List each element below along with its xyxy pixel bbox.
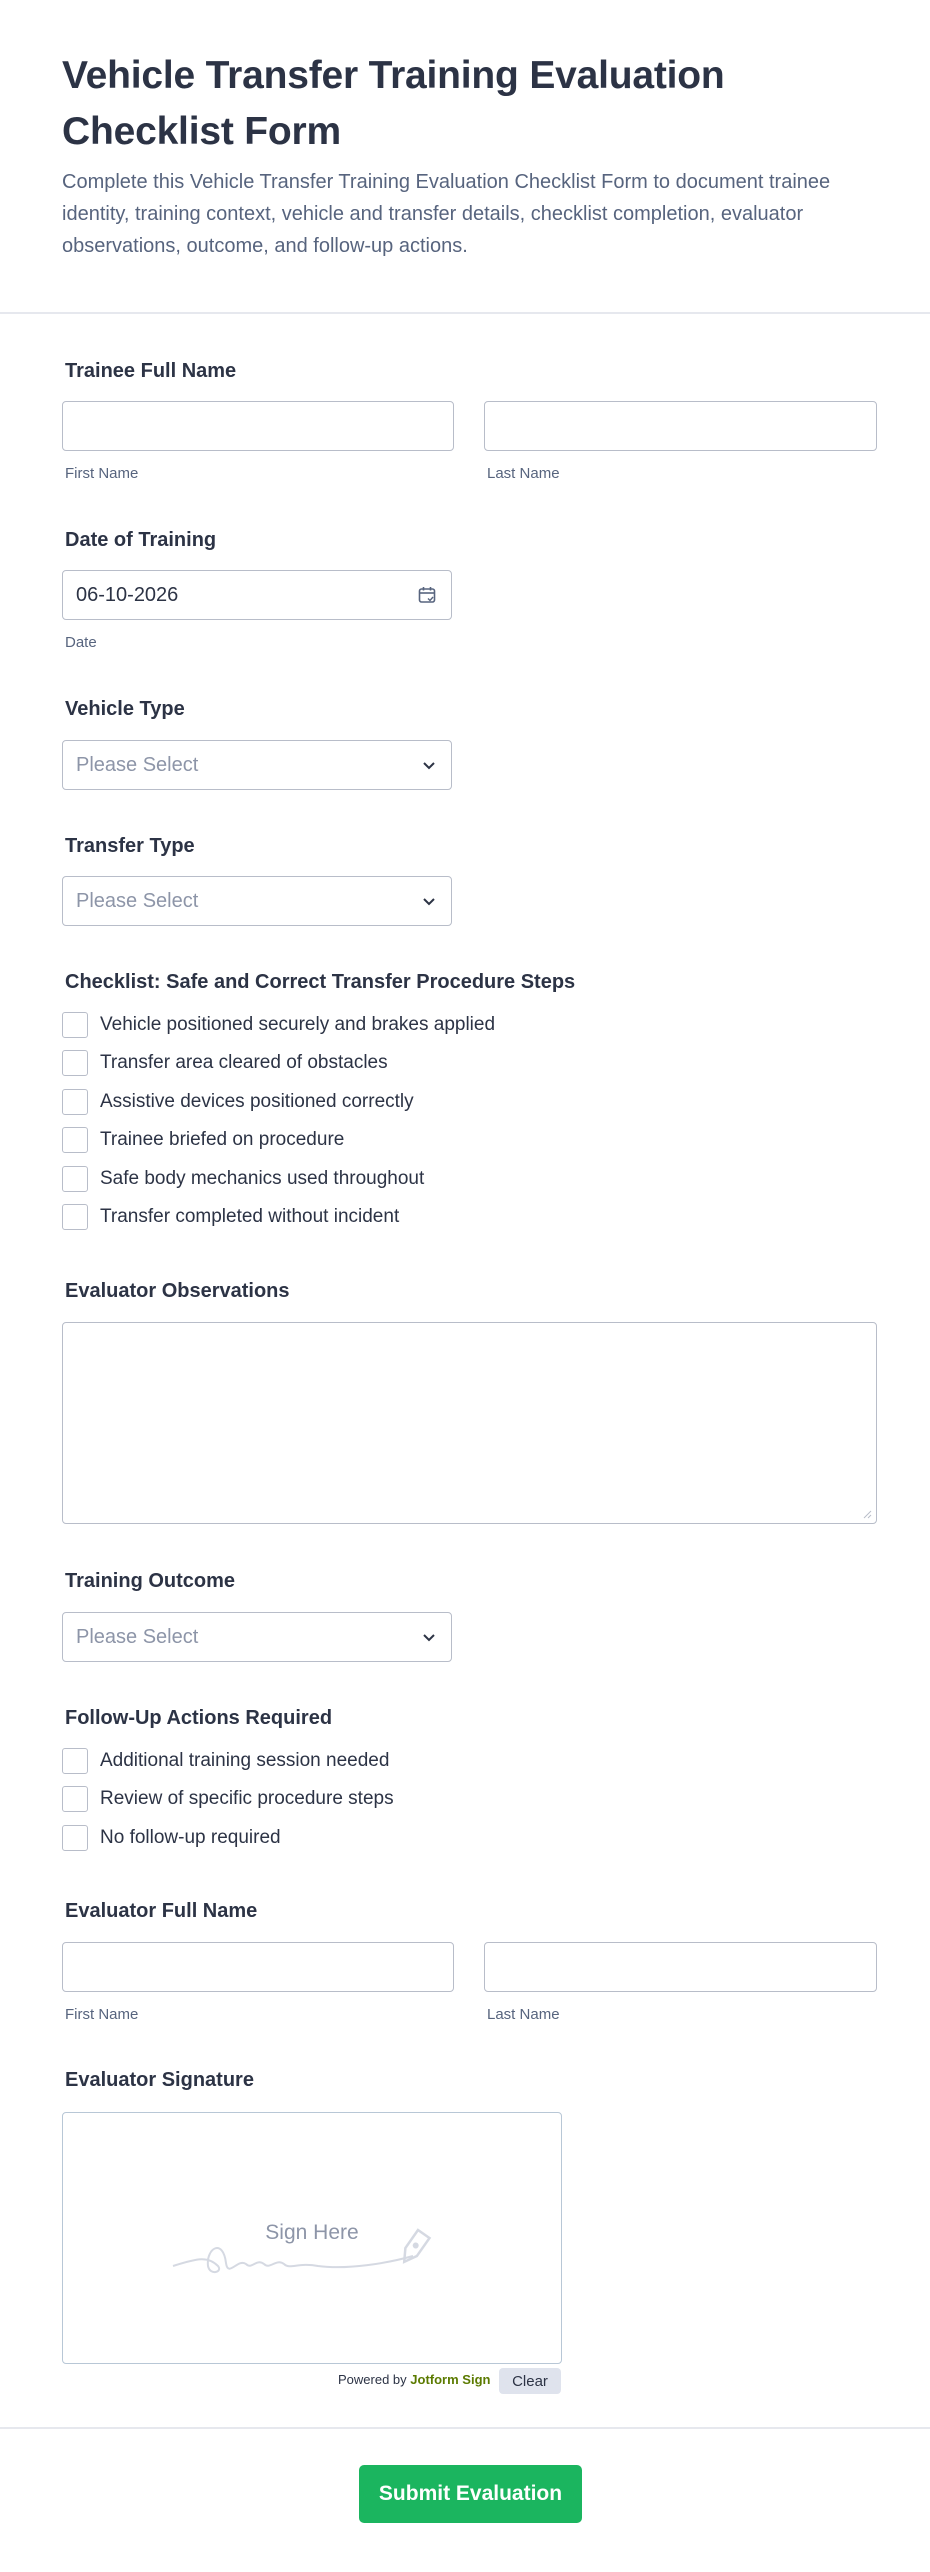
chevron-down-icon: [423, 898, 435, 906]
powered-by-text: Powered by Jotform Sign: [338, 2372, 490, 2387]
submit-button[interactable]: Submit Evaluation: [359, 2465, 582, 2523]
date-sublabel: Date: [65, 634, 97, 651]
chevron-down-icon: [423, 1634, 435, 1642]
checklist-item[interactable]: Vehicle positioned securely and brakes a…: [62, 1011, 495, 1039]
checkbox[interactable]: [62, 1786, 88, 1812]
chevron-down-icon: [423, 762, 435, 770]
checklist-item-label: Assistive devices positioned correctly: [100, 1091, 414, 1112]
date-value: 06-10-2026: [76, 584, 179, 606]
trainee-name-label: Trainee Full Name: [65, 360, 237, 382]
evaluator-last-name-sublabel: Last Name: [487, 2006, 560, 2023]
powered-by-prefix: Powered by: [338, 2372, 407, 2387]
calendar-icon[interactable]: [417, 585, 437, 605]
checklist-item[interactable]: Safe body mechanics used throughout: [62, 1165, 424, 1193]
resize-handle-icon[interactable]: [862, 1509, 872, 1519]
follow-up-item[interactable]: Review of specific procedure steps: [62, 1785, 394, 1813]
evaluator-first-name-sublabel: First Name: [65, 2006, 139, 2023]
follow-up-item-label: Additional training session needed: [100, 1750, 390, 1771]
checklist-item[interactable]: Trainee briefed on procedure: [62, 1126, 344, 1154]
follow-up-item-label: No follow-up required: [100, 1827, 281, 1848]
evaluator-last-name-input[interactable]: [484, 1942, 877, 1992]
clear-signature-button[interactable]: Clear: [499, 2368, 561, 2394]
observations-label: Evaluator Observations: [65, 1280, 290, 1302]
checklist-item-label: Trainee briefed on procedure: [100, 1129, 345, 1150]
training-outcome-label: Training Outcome: [65, 1570, 236, 1592]
form-header: Vehicle Transfer Training Evaluation Che…: [0, 0, 930, 314]
vehicle-type-placeholder: Please Select: [76, 754, 199, 776]
checkbox[interactable]: [62, 1089, 88, 1115]
jotform-sign-brand[interactable]: Jotform Sign: [410, 2372, 490, 2387]
checklist-item[interactable]: Transfer completed without incident: [62, 1203, 399, 1231]
transfer-type-placeholder: Please Select: [76, 890, 199, 912]
checklist-item[interactable]: Assistive devices positioned correctly: [62, 1088, 414, 1116]
checkbox[interactable]: [62, 1204, 88, 1230]
form-description: Complete this Vehicle Transfer Training …: [62, 171, 831, 257]
transfer-type-label: Transfer Type: [65, 835, 195, 857]
checklist-item-label: Transfer completed without incident: [100, 1206, 400, 1227]
checkbox[interactable]: [62, 1127, 88, 1153]
checkbox[interactable]: [62, 1166, 88, 1192]
footer-divider: [0, 2427, 930, 2429]
signature-pad[interactable]: Sign Here: [62, 2112, 562, 2364]
checklist-item-label: Transfer area cleared of obstacles: [100, 1052, 388, 1073]
follow-up-label: Follow-Up Actions Required: [65, 1707, 333, 1729]
signature-label: Evaluator Signature: [65, 2069, 254, 2091]
checkbox[interactable]: [62, 1825, 88, 1851]
checkbox[interactable]: [62, 1748, 88, 1774]
checklist-item[interactable]: Transfer area cleared of obstacles: [62, 1049, 388, 1077]
vehicle-type-select[interactable]: Please Select: [62, 740, 452, 790]
vehicle-type-label: Vehicle Type: [65, 698, 185, 720]
follow-up-item-label: Review of specific procedure steps: [100, 1788, 394, 1809]
checklist-label: Checklist: Safe and Correct Transfer Pro…: [65, 971, 576, 993]
signature-scribble-icon: [172, 2228, 432, 2273]
form-title: Vehicle Transfer Training Evaluation Che…: [62, 54, 725, 153]
checklist-item-label: Safe body mechanics used throughout: [100, 1168, 425, 1189]
transfer-type-select[interactable]: Please Select: [62, 876, 452, 926]
evaluator-name-label: Evaluator Full Name: [65, 1900, 258, 1922]
trainee-first-name-sublabel: First Name: [65, 465, 139, 482]
sign-here-text: Sign Here: [265, 2221, 359, 2244]
trainee-first-name-input[interactable]: [62, 401, 454, 451]
training-outcome-select[interactable]: Please Select: [62, 1612, 452, 1662]
evaluator-first-name-input[interactable]: [62, 1942, 454, 1992]
checkbox[interactable]: [62, 1050, 88, 1076]
date-of-training-input[interactable]: 06-10-2026: [62, 570, 452, 620]
trainee-last-name-input[interactable]: [484, 401, 877, 451]
date-of-training-label: Date of Training: [65, 529, 217, 551]
checkbox[interactable]: [62, 1012, 88, 1038]
follow-up-item[interactable]: Additional training session needed: [62, 1747, 389, 1775]
training-outcome-placeholder: Please Select: [76, 1626, 199, 1648]
trainee-last-name-sublabel: Last Name: [487, 465, 560, 482]
follow-up-item[interactable]: No follow-up required: [62, 1824, 281, 1852]
checklist-item-label: Vehicle positioned securely and brakes a…: [100, 1014, 496, 1035]
observations-textarea[interactable]: [62, 1322, 877, 1524]
